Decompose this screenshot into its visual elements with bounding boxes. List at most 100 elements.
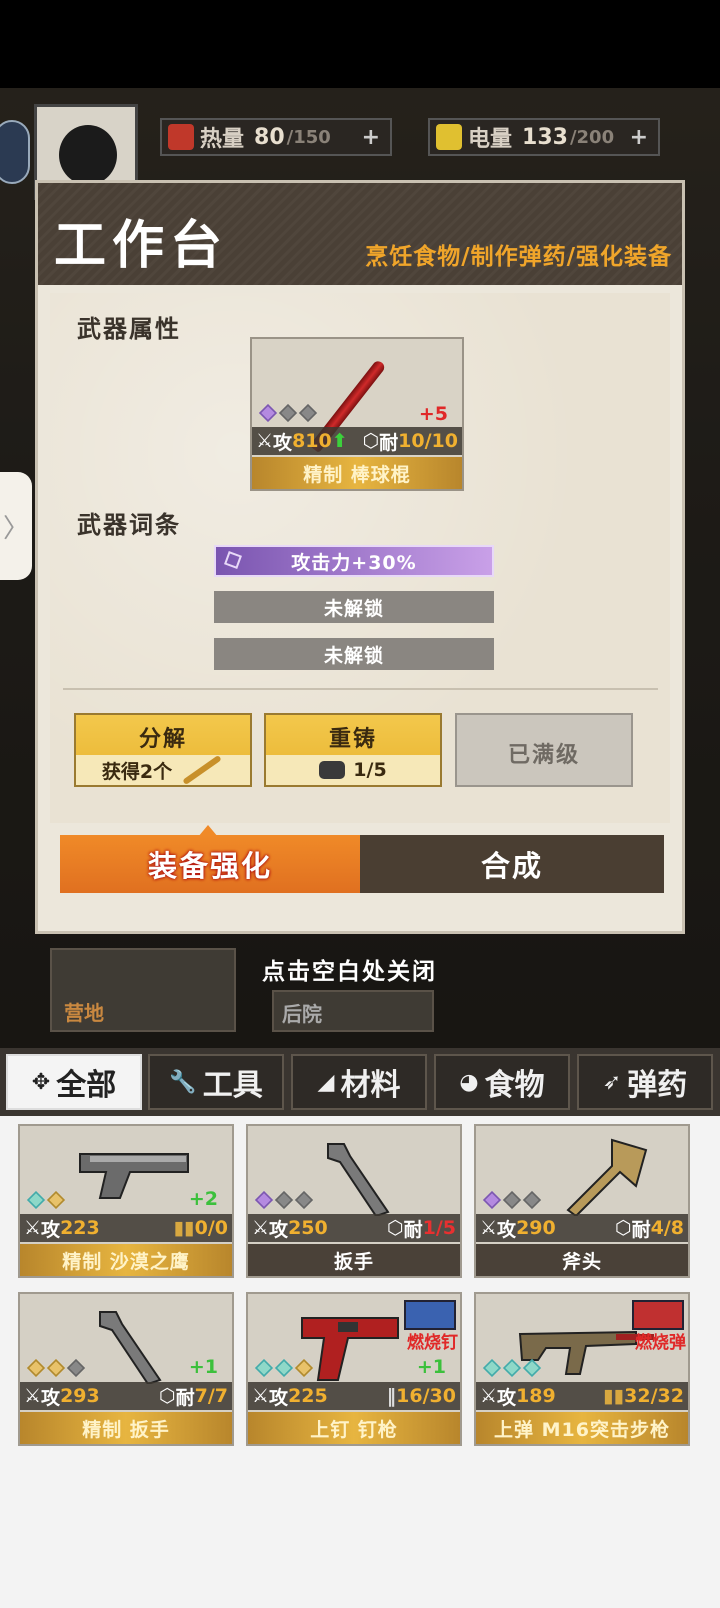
gem-icon — [482, 1358, 502, 1378]
gem-icon — [294, 1358, 314, 1378]
quality-gems — [254, 1190, 314, 1210]
ammo-value: 32/32 — [624, 1385, 684, 1407]
item-stats: ⚔ 攻 223 ▮▮ 0/0 — [20, 1214, 232, 1242]
atk-label: 攻 — [41, 1218, 61, 1241]
heat-stat[interactable]: 热量 80 /150 + — [160, 118, 392, 156]
durability-icon: ⬡ — [387, 1217, 404, 1239]
gem-icon — [26, 1358, 46, 1378]
camp-location[interactable]: 营地 — [50, 948, 236, 1032]
gem-icon — [46, 1190, 66, 1210]
wrench-icon: 🔧 — [169, 1069, 197, 1095]
atk-value: 189 — [516, 1385, 556, 1407]
close-hint: 点击空白处关闭 — [262, 959, 437, 985]
divider — [63, 688, 658, 690]
tab-enhance[interactable]: 装备强化 — [60, 835, 360, 893]
heat-value: 80 — [254, 124, 285, 150]
item-card-wrench[interactable]: ⚔ 攻 250 ⬡ 耐 1/5 扳手 — [246, 1124, 462, 1278]
item-card-m16[interactable]: 燃烧弹 ⚔ 攻 189 ▮▮ 32/32 上弹 M16突击步枪 — [474, 1292, 690, 1446]
inv-tab-materials-label: 材料 — [340, 1068, 401, 1103]
item-card-axe[interactable]: ⚔ 攻 290 ⬡ 耐 4/8 斧头 — [474, 1124, 690, 1278]
item-name: 扳手 — [248, 1244, 460, 1276]
item-stats: ⚔ 攻 225 ‖ 16/30 — [248, 1382, 460, 1410]
quality-gems — [26, 1190, 66, 1210]
inv-tab-tools[interactable]: 🔧 工具 — [148, 1054, 284, 1110]
affix-1-text: 攻击力+30% — [291, 551, 417, 574]
dur-label: 耐 — [175, 1386, 195, 1409]
dur-value: 7/7 — [194, 1385, 228, 1407]
inv-tab-ammo-label: 弹药 — [627, 1068, 688, 1103]
atk-label: 攻 — [273, 431, 293, 454]
power-stat[interactable]: 电量 133 /200 + — [428, 118, 660, 156]
atk-value: 810 — [292, 430, 332, 452]
inv-tab-ammo[interactable]: ➶ 弹药 — [577, 1054, 713, 1110]
gem-icon — [522, 1358, 542, 1378]
atk-label: 攻 — [269, 1218, 289, 1241]
atk-label: 攻 — [497, 1386, 517, 1409]
weapon-name: 精制 棒球棍 — [252, 457, 462, 489]
inventory-panel: ✥ 全部 🔧 工具 ◢ 材料 ◕ 食物 ➶ 弹药 +2 ⚔ 攻 223 ▮▮ 0… — [0, 1048, 720, 1608]
atk-label: 攻 — [497, 1218, 517, 1241]
max-level-button[interactable]: 已满级 — [455, 713, 633, 787]
flame-icon — [168, 124, 194, 150]
bullet-icon: ▮▮ — [603, 1385, 625, 1407]
gem-icon — [294, 1190, 314, 1210]
screen: 热量 80 /150 + 电量 133 /200 + 〉 工作台 烹饪食物/制作… — [0, 0, 720, 1608]
status-bar — [0, 0, 720, 88]
heat-max: /150 — [286, 126, 331, 148]
gem-icon — [278, 403, 298, 423]
decompose-sub-text: 获得2个 — [101, 760, 173, 783]
food-icon: ◕ — [459, 1069, 479, 1095]
gem-icon — [298, 403, 318, 423]
dialog-subtitle: 烹饪食物/制作弹药/强化装备 — [365, 244, 672, 270]
enhance-level: +5 — [418, 403, 448, 425]
dialog-header: 工作台 烹饪食物/制作弹药/强化装备 — [38, 183, 682, 285]
item-plus: +1 — [188, 1356, 218, 1378]
dialog-tabs: 装备强化 合成 — [60, 835, 664, 893]
recast-label: 重铸 — [328, 727, 377, 752]
decompose-button[interactable]: 分解 获得2个 — [74, 713, 252, 787]
quality-gems — [258, 403, 318, 423]
gem-icon — [502, 1358, 522, 1378]
pistol-icon — [79, 1153, 189, 1199]
atk-value: 290 — [516, 1217, 556, 1239]
bullet-icon: ▮▮ — [173, 1217, 195, 1239]
chat-bubble-icon[interactable] — [0, 120, 30, 184]
grid-icon: ✥ — [31, 1069, 51, 1095]
dur-value: 10/10 — [398, 430, 458, 452]
inv-tab-all[interactable]: ✥ 全部 — [6, 1054, 142, 1110]
ammo-icon: ➶ — [602, 1069, 622, 1095]
chevron-right-icon: 〉 — [2, 513, 29, 544]
tab-synth[interactable]: 合成 — [360, 835, 664, 893]
item-stats: ⚔ 攻 290 ⬡ 耐 4/8 — [476, 1214, 688, 1242]
dur-label: 耐 — [403, 1218, 423, 1241]
battery-icon — [436, 124, 462, 150]
swords-icon: ⚔ — [252, 1217, 270, 1239]
decompose-label: 分解 — [138, 727, 187, 752]
side-expand-tab[interactable]: 〉 — [0, 472, 32, 580]
recast-button[interactable]: 重铸 1/5 — [264, 713, 442, 787]
weapon-card[interactable]: +5 ⚔ 攻 810 ⬆ ⬡ 耐 10/10 精制 棒球棍 — [250, 337, 464, 491]
heat-plus-button[interactable]: + — [362, 125, 380, 150]
power-max: /200 — [569, 126, 615, 148]
backyard-location[interactable]: 后院 — [272, 990, 434, 1032]
swords-icon: ⚔ — [480, 1385, 498, 1407]
dur-value: 4/8 — [650, 1217, 684, 1239]
recast-sub-text: 1/5 — [353, 759, 387, 781]
affix-3: 未解锁 — [214, 638, 494, 670]
item-card-nail-gun[interactable]: 燃烧钉 +1 ⚔ 攻 225 ‖ 16/30 上钉 钉枪 — [246, 1292, 462, 1446]
item-card-desert-eagle[interactable]: +2 ⚔ 攻 223 ▮▮ 0/0 精制 沙漠之鹰 — [18, 1124, 234, 1278]
atk-value: 223 — [60, 1217, 100, 1239]
item-card-refined-wrench[interactable]: +1 ⚔ 攻 293 ⬡ 耐 7/7 精制 扳手 — [18, 1292, 234, 1446]
item-plus: +1 — [416, 1356, 446, 1378]
inv-tab-food[interactable]: ◕ 食物 — [434, 1054, 570, 1110]
power-plus-button[interactable]: + — [630, 125, 648, 150]
recast-sub: 1/5 — [266, 755, 440, 785]
item-name: 上弹 M16突击步枪 — [476, 1412, 688, 1444]
upgrade-arrow-icon: ⬆ — [331, 430, 348, 452]
bat-icon — [182, 754, 222, 786]
durability-icon: ⬡ — [362, 430, 380, 452]
inv-tab-materials[interactable]: ◢ 材料 — [291, 1054, 427, 1110]
gem-icon — [254, 1358, 274, 1378]
inventory-tabs: ✥ 全部 🔧 工具 ◢ 材料 ◕ 食物 ➶ 弹药 — [0, 1048, 720, 1116]
quality-gems — [482, 1358, 542, 1378]
